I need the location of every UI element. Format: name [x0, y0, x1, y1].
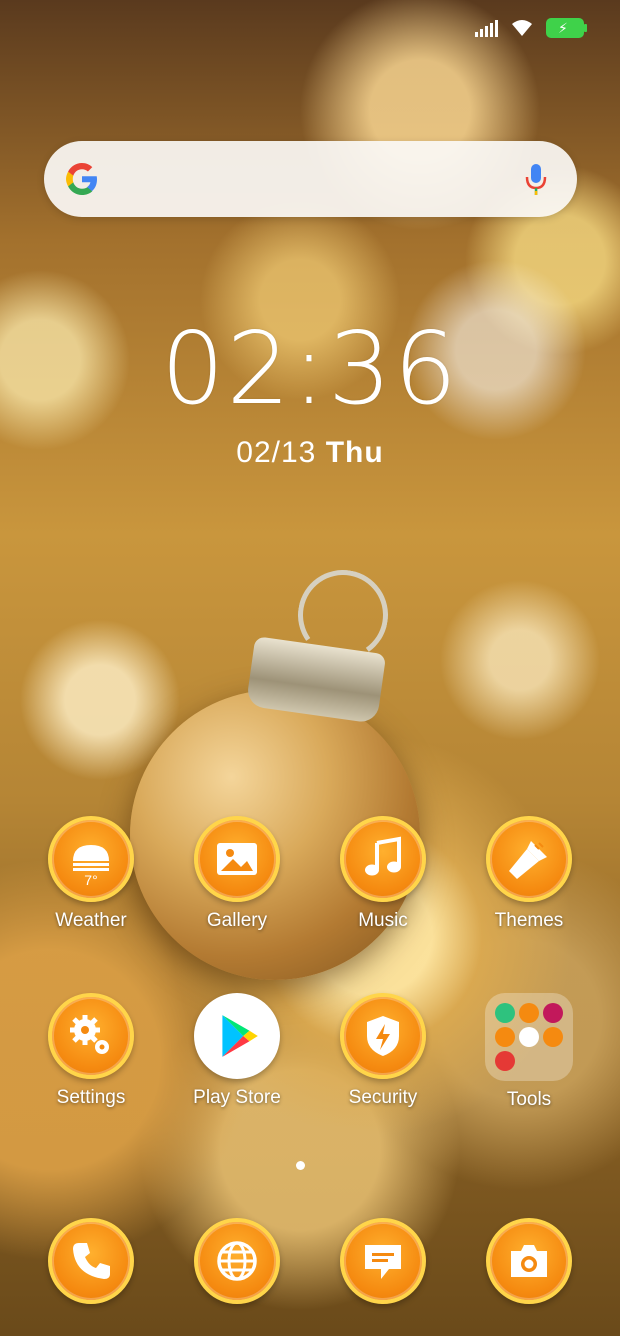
mini-app-icon: [519, 1003, 539, 1023]
date-text: 02/13: [236, 436, 317, 469]
mic-icon[interactable]: [525, 163, 547, 197]
clock-date: 02/13 Thu: [0, 436, 620, 470]
dock-phone[interactable]: [18, 1218, 164, 1304]
app-security[interactable]: Security: [310, 993, 456, 1109]
app-settings[interactable]: Settings: [18, 993, 164, 1109]
play-store-icon: [194, 993, 280, 1079]
status-bar: ⚡: [0, 0, 620, 56]
app-label: Gallery: [206, 910, 268, 931]
phone-icon: [48, 1218, 134, 1304]
gear-icon: [48, 993, 134, 1079]
music-note-icon: [340, 816, 426, 902]
paintbrush-icon: [486, 816, 572, 902]
weather-icon: 7°: [48, 816, 134, 902]
dock-browser[interactable]: [164, 1218, 310, 1304]
battery-charging-icon: ⚡: [546, 18, 587, 38]
app-label: Themes: [494, 910, 564, 931]
signal-icon: [475, 19, 498, 37]
search-bar[interactable]: [44, 141, 577, 217]
app-gallery[interactable]: Gallery: [164, 816, 310, 932]
app-weather[interactable]: 7° Weather: [18, 816, 164, 932]
camera-icon: [486, 1218, 572, 1304]
google-logo-icon: [66, 163, 97, 195]
app-label: Weather: [55, 910, 127, 931]
app-themes[interactable]: Themes: [456, 816, 602, 932]
gallery-icon: [194, 816, 280, 902]
app-label: Settings: [56, 1087, 126, 1108]
mini-app-icon: [519, 1027, 539, 1047]
weather-temp: 7°: [84, 872, 98, 888]
security-shield-icon: [340, 993, 426, 1079]
folder-icon: [485, 993, 573, 1081]
weekday-text: Thu: [325, 436, 384, 469]
app-tools-folder[interactable]: Tools: [456, 993, 602, 1111]
wifi-icon: [512, 20, 532, 36]
app-music[interactable]: Music: [310, 816, 456, 932]
mini-app-icon: [495, 1027, 515, 1047]
mini-app-icon: [495, 1051, 515, 1071]
page-indicator: [296, 1161, 305, 1170]
app-label: Play Store: [193, 1087, 281, 1108]
app-label: Security: [348, 1087, 418, 1108]
app-play-store[interactable]: Play Store: [164, 993, 310, 1109]
mini-app-icon: [495, 1003, 515, 1023]
app-label: Music: [358, 910, 408, 931]
messages-icon: [340, 1218, 426, 1304]
dock-messages[interactable]: [310, 1218, 456, 1304]
app-label: Tools: [506, 1089, 552, 1110]
dock-camera[interactable]: [456, 1218, 602, 1304]
mini-app-icon: [543, 1003, 563, 1023]
clock-time[interactable]: 02:36: [0, 314, 620, 424]
mini-app-icon: [543, 1027, 563, 1047]
browser-globe-icon: [194, 1218, 280, 1304]
